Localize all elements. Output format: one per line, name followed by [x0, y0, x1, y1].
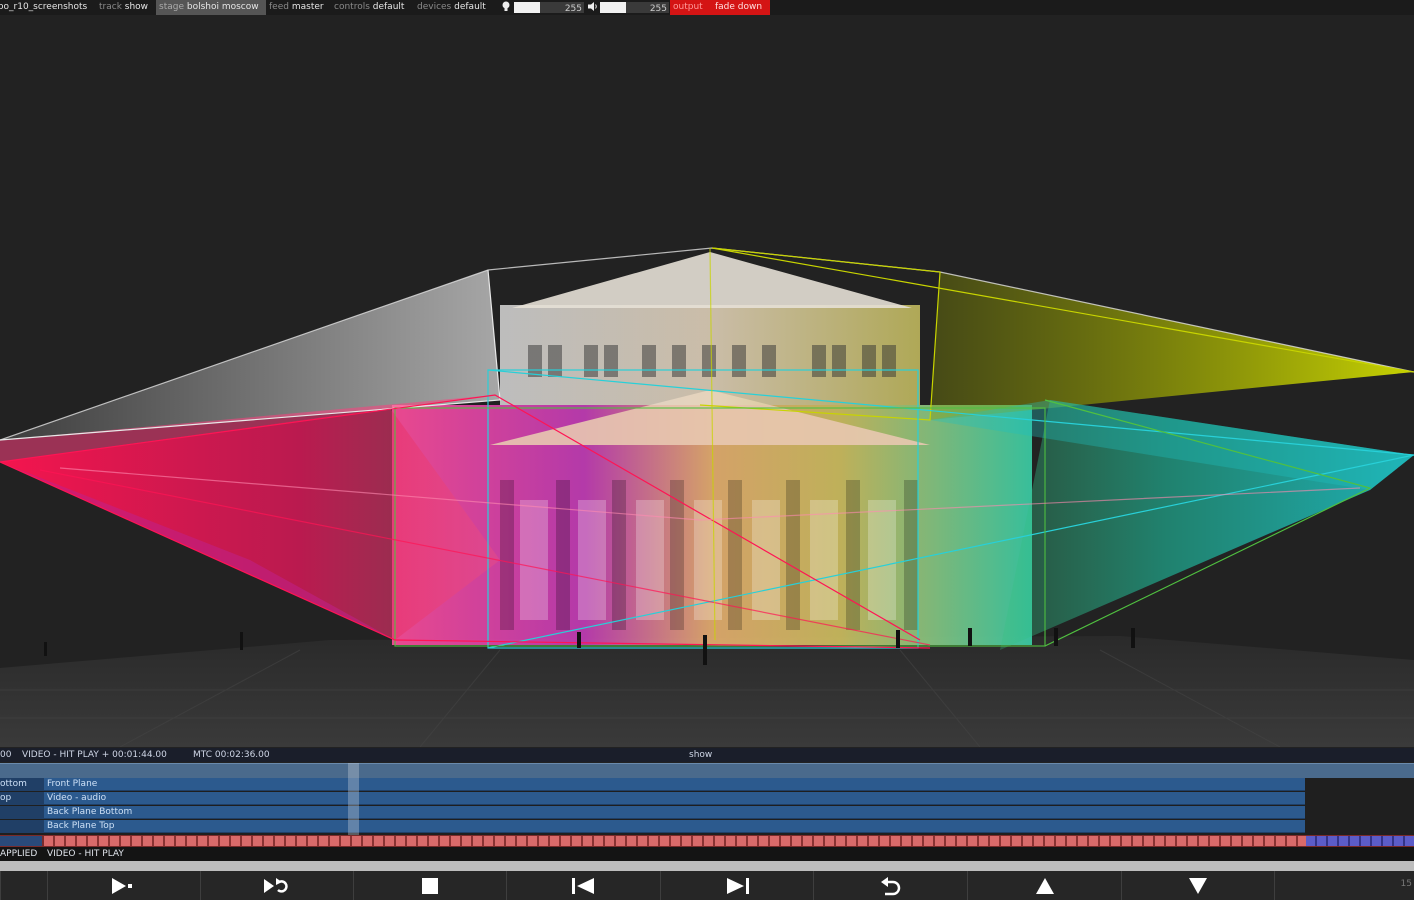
volume-level-slider[interactable]: 255: [600, 2, 669, 14]
triangle-up-icon: [1035, 877, 1054, 894]
timeline-status: APPLIED VIDEO - HIT PLAY: [0, 847, 1414, 861]
timeline-time-left: 00: [0, 750, 12, 760]
divider: [0, 861, 1414, 871]
cue-cells[interactable]: [44, 836, 1306, 846]
cue-cells-next[interactable]: [1306, 836, 1414, 846]
output-fade-button[interactable]: output fade down: [670, 0, 770, 15]
triangle-down-icon: [1189, 877, 1207, 894]
speaker-icon: [586, 0, 600, 15]
top-status-bar: oo_r10_screenshots track show stage bols…: [0, 0, 1414, 15]
timeline-current-cue: VIDEO - HIT PLAY + 00:01:44.00: [22, 750, 167, 760]
timeline[interactable]: ottom Front Plane op Video - audio Back …: [0, 763, 1414, 835]
timeline-ruler[interactable]: [0, 763, 1414, 778]
transport-spacer: 15: [1274, 871, 1414, 900]
stop-icon: [422, 877, 438, 894]
stage-render: [0, 15, 1414, 747]
track-selector[interactable]: track show: [96, 0, 151, 15]
cue-strip-label: [0, 836, 42, 846]
skip-back-icon: [571, 877, 594, 894]
project-name: oo_r10_screenshots: [0, 2, 88, 12]
timeline-header: 00 VIDEO - HIT PLAY + 00:01:44.00 MTC 00…: [0, 748, 1414, 762]
transport-bar: 15: [0, 871, 1414, 900]
track-name: Video - audio: [47, 793, 107, 803]
timeline-mtc: MTC 00:02:36.00: [193, 750, 270, 760]
next-button[interactable]: [660, 871, 813, 900]
track-layer-label: ottom: [0, 778, 44, 791]
previous-button[interactable]: [506, 871, 660, 900]
track-layer-label: [0, 806, 44, 819]
track-layer-label: [0, 820, 44, 833]
status-cue: VIDEO - HIT PLAY: [47, 849, 124, 859]
loop-button[interactable]: [200, 871, 353, 900]
stage-3d-viewport[interactable]: [0, 15, 1414, 747]
devices-selector[interactable]: devices default: [414, 0, 489, 15]
undo-icon: [880, 876, 900, 895]
down-button[interactable]: [1121, 871, 1274, 900]
controls-selector[interactable]: controls default: [331, 0, 407, 15]
skip-forward-icon: [727, 877, 749, 894]
timeline-track[interactable]: Back Plane Top: [0, 820, 1305, 833]
bulb-icon: [499, 0, 513, 15]
timeline-track[interactable]: ottom Front Plane: [0, 778, 1305, 791]
track-name: Front Plane: [47, 779, 98, 789]
up-button[interactable]: [967, 871, 1121, 900]
timeline-track-name: show: [689, 750, 713, 760]
loop-icon: [264, 877, 288, 893]
undo-button[interactable]: [813, 871, 967, 900]
feed-selector[interactable]: feed master: [266, 0, 327, 15]
volume-level-fill: [600, 2, 626, 13]
timeline-track[interactable]: op Video - audio: [0, 792, 1305, 805]
light-level-fill: [514, 2, 540, 13]
corner-label: 15: [1400, 879, 1412, 889]
stage-selector[interactable]: stage bolshoi moscow: [156, 0, 266, 15]
timeline-playhead[interactable]: [348, 763, 359, 835]
track-layer-label: op: [0, 792, 44, 805]
track-name: Back Plane Top: [47, 821, 115, 831]
play-next-button[interactable]: [47, 871, 200, 900]
transport-spacer: [0, 871, 47, 900]
stop-button[interactable]: [353, 871, 506, 900]
track-name: Back Plane Bottom: [47, 807, 133, 817]
status-applied: APPLIED: [0, 849, 38, 859]
play-cue-icon: [112, 877, 132, 894]
timeline-track[interactable]: Back Plane Bottom: [0, 806, 1305, 819]
cue-strip[interactable]: [0, 835, 1414, 847]
light-level-slider[interactable]: 255: [514, 2, 584, 14]
